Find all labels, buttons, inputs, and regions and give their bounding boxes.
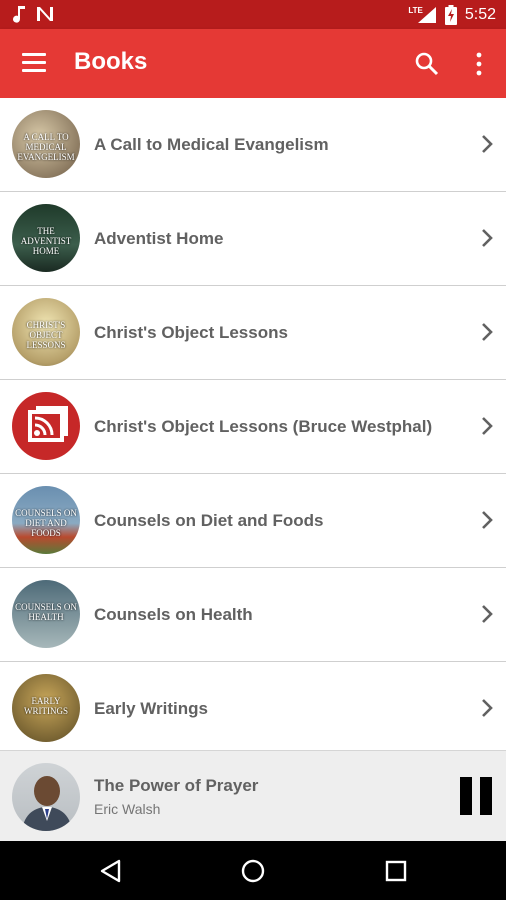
book-title: Counsels on Diet and Foods [94, 511, 324, 530]
rss-book-icon [28, 406, 68, 442]
n-notification-icon [37, 7, 53, 21]
list-item[interactable]: COUNSELS ON DIET AND FOODS Counsels on D… [0, 474, 506, 568]
now-playing-title: The Power of Prayer [94, 776, 259, 795]
book-cover-thumbnail: CHRIST'S OBJECT LESSONS [12, 298, 80, 366]
chevron-right-icon [482, 605, 493, 623]
chevron-right-icon [482, 229, 493, 247]
book-cover-thumbnail: THE ADVENTIST HOME [12, 204, 80, 272]
list-item[interactable]: COUNSELS ON HEALTH Counsels on Health [0, 568, 506, 662]
list-item[interactable]: Christ's Object Lessons (Bruce Westphal) [0, 380, 506, 474]
menu-icon[interactable] [22, 53, 46, 73]
speaker-portrait-icon [22, 776, 72, 831]
book-cover-text: COUNSELS ON DIET AND FOODS [15, 508, 77, 538]
book-title: Christ's Object Lessons [94, 323, 288, 342]
search-icon[interactable] [414, 51, 440, 77]
book-cover-text: THE ADVENTIST HOME [20, 226, 72, 256]
book-title: Adventist Home [94, 229, 224, 248]
book-cover-text: CHRIST'S OBJECT LESSONS [26, 320, 66, 350]
signal-icon [417, 6, 436, 23]
book-list: A CALL TO MEDICAL EVANGELISM A Call to M… [0, 98, 506, 756]
book-cover-text: A CALL TO MEDICAL EVANGELISM [17, 132, 75, 162]
pause-icon[interactable] [458, 777, 492, 815]
book-cover-text: COUNSELS ON HEALTH [15, 602, 77, 622]
book-cover-thumbnail: COUNSELS ON DIET AND FOODS [12, 486, 80, 554]
book-title: Christ's Object Lessons (Bruce Westphal) [94, 417, 433, 436]
app-bar: Books [0, 29, 506, 98]
list-item[interactable]: THE ADVENTIST HOME Adventist Home [0, 192, 506, 286]
book-cover-text: EARLY WRITINGS [24, 696, 68, 716]
chevron-right-icon [482, 323, 493, 341]
back-icon[interactable] [98, 858, 124, 884]
list-item[interactable]: CHRIST'S OBJECT LESSONS Christ's Object … [0, 286, 506, 380]
book-title: A Call to Medical Evangelism [94, 135, 329, 154]
book-cover-thumbnail: A CALL TO MEDICAL EVANGELISM [12, 110, 80, 178]
chevron-right-icon [482, 417, 493, 435]
page-title: Books [74, 48, 148, 75]
home-icon[interactable] [240, 858, 266, 884]
chevron-right-icon [482, 135, 493, 153]
now-playing-artist: Eric Walsh [94, 801, 161, 817]
list-item[interactable]: EARLY WRITINGS Early Writings [0, 662, 506, 756]
status-bar: LTE 5:52 [0, 0, 506, 29]
music-note-icon [13, 6, 25, 23]
system-nav-bar [0, 841, 506, 900]
book-cover-thumbnail: COUNSELS ON HEALTH [12, 580, 80, 648]
status-time: 5:52 [464, 6, 496, 23]
book-title: Counsels on Health [94, 605, 253, 624]
list-item[interactable]: A CALL TO MEDICAL EVANGELISM A Call to M… [0, 98, 506, 192]
book-cover-thumbnail [12, 392, 80, 460]
battery-charging-icon [444, 4, 457, 25]
now-playing-bar[interactable]: The Power of Prayer Eric Walsh [0, 750, 506, 842]
avatar [12, 763, 80, 831]
book-cover-thumbnail: EARLY WRITINGS [12, 674, 80, 742]
chevron-right-icon [482, 511, 493, 529]
book-title: Early Writings [94, 699, 208, 718]
chevron-right-icon [482, 699, 493, 717]
recents-icon[interactable] [383, 858, 409, 884]
more-vert-icon[interactable] [470, 51, 488, 77]
